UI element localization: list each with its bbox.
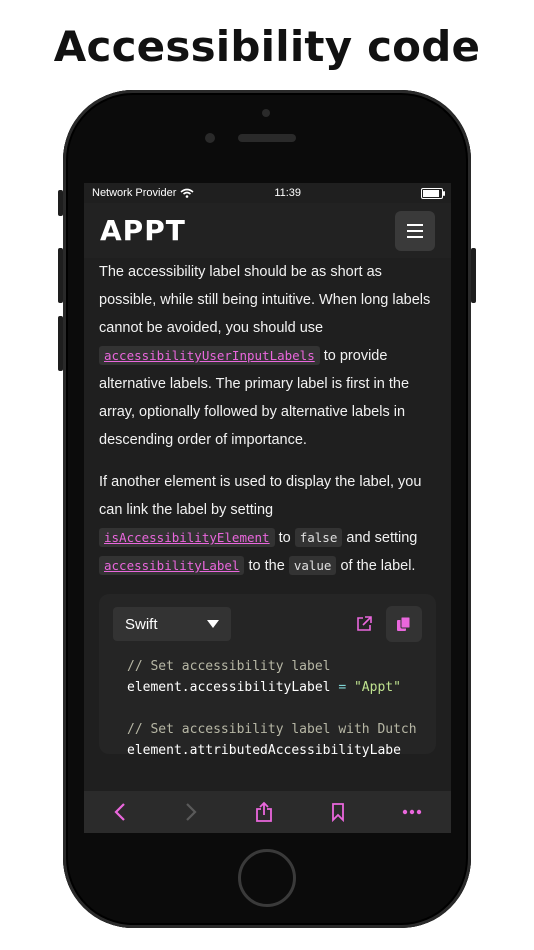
earpiece-speaker: [238, 134, 296, 142]
screen: Network Provider 11:39 APPT The accessib…: [84, 183, 451, 833]
copy-button[interactable]: [386, 606, 422, 642]
code-token: element.accessibilityLabel: [127, 680, 339, 695]
text: and setting: [342, 530, 418, 546]
code-token: "Appt": [346, 680, 401, 695]
back-icon[interactable]: [113, 802, 127, 822]
proximity-sensor: [262, 109, 270, 117]
code-sample-card: Swift // Set accessibility label element.…: [99, 594, 436, 758]
copy-icon: [397, 616, 411, 631]
text: of the label.: [336, 558, 416, 574]
code-token: =: [338, 680, 347, 695]
external-link-icon[interactable]: [356, 616, 372, 632]
code-card-actions: [356, 606, 422, 642]
code-line: element.attributedAccessibilityLabe: [127, 743, 401, 758]
language-select[interactable]: Swift: [113, 607, 231, 641]
forward-icon: [186, 803, 197, 821]
language-select-value: Swift: [125, 615, 158, 633]
browser-toolbar: [84, 791, 451, 833]
text: to: [274, 530, 295, 546]
power-button: [471, 248, 476, 303]
code-block: // Set accessibility label element.access…: [113, 656, 419, 761]
app-header: APPT: [84, 203, 451, 258]
text: The accessibility label should be as sho…: [99, 264, 431, 336]
volume-down-button: [58, 316, 63, 371]
carrier: Network Provider: [92, 187, 194, 199]
volume-up-button: [58, 248, 63, 303]
appt-logo[interactable]: APPT: [100, 214, 186, 247]
code-false: false: [294, 528, 343, 547]
code-line: // Set accessibility label: [127, 659, 331, 674]
wifi-icon: [180, 188, 194, 198]
home-button[interactable]: [238, 849, 296, 907]
carrier-label: Network Provider: [92, 187, 177, 199]
code-line: // Set accessibility label with Dutch sp: [127, 722, 419, 737]
article-body: The accessibility label should be as sho…: [84, 258, 451, 580]
status-time: 11:39: [274, 187, 302, 199]
share-icon[interactable]: [255, 801, 273, 823]
paragraph-label-length: The accessibility label should be as sho…: [99, 258, 436, 454]
link-accessibility-label[interactable]: accessibilityLabel: [99, 556, 245, 575]
hamburger-menu-icon: [407, 223, 423, 238]
paragraph-link-label: If another element is used to display th…: [99, 468, 436, 580]
headline: Accessibility code: [53, 22, 481, 71]
text: If another element is used to display th…: [99, 474, 422, 518]
code-line: element.accessibilityLabel = "Appt": [127, 677, 419, 698]
code-value: value: [288, 556, 337, 575]
front-camera: [205, 133, 215, 143]
text: to the: [244, 558, 289, 574]
bookmark-icon[interactable]: [331, 802, 345, 822]
menu-button[interactable]: [395, 210, 435, 251]
link-is-accessibility-element[interactable]: isAccessibilityElement: [99, 528, 275, 547]
link-accessibility-user-input-labels[interactable]: accessibilityUserInputLabels: [99, 346, 320, 365]
more-icon[interactable]: [402, 809, 422, 815]
mute-switch: [58, 190, 63, 216]
status-bar: Network Provider 11:39: [84, 183, 451, 203]
battery-icon: [420, 187, 445, 199]
code-card-header: Swift: [113, 606, 422, 642]
chevron-down-icon: [207, 620, 219, 628]
